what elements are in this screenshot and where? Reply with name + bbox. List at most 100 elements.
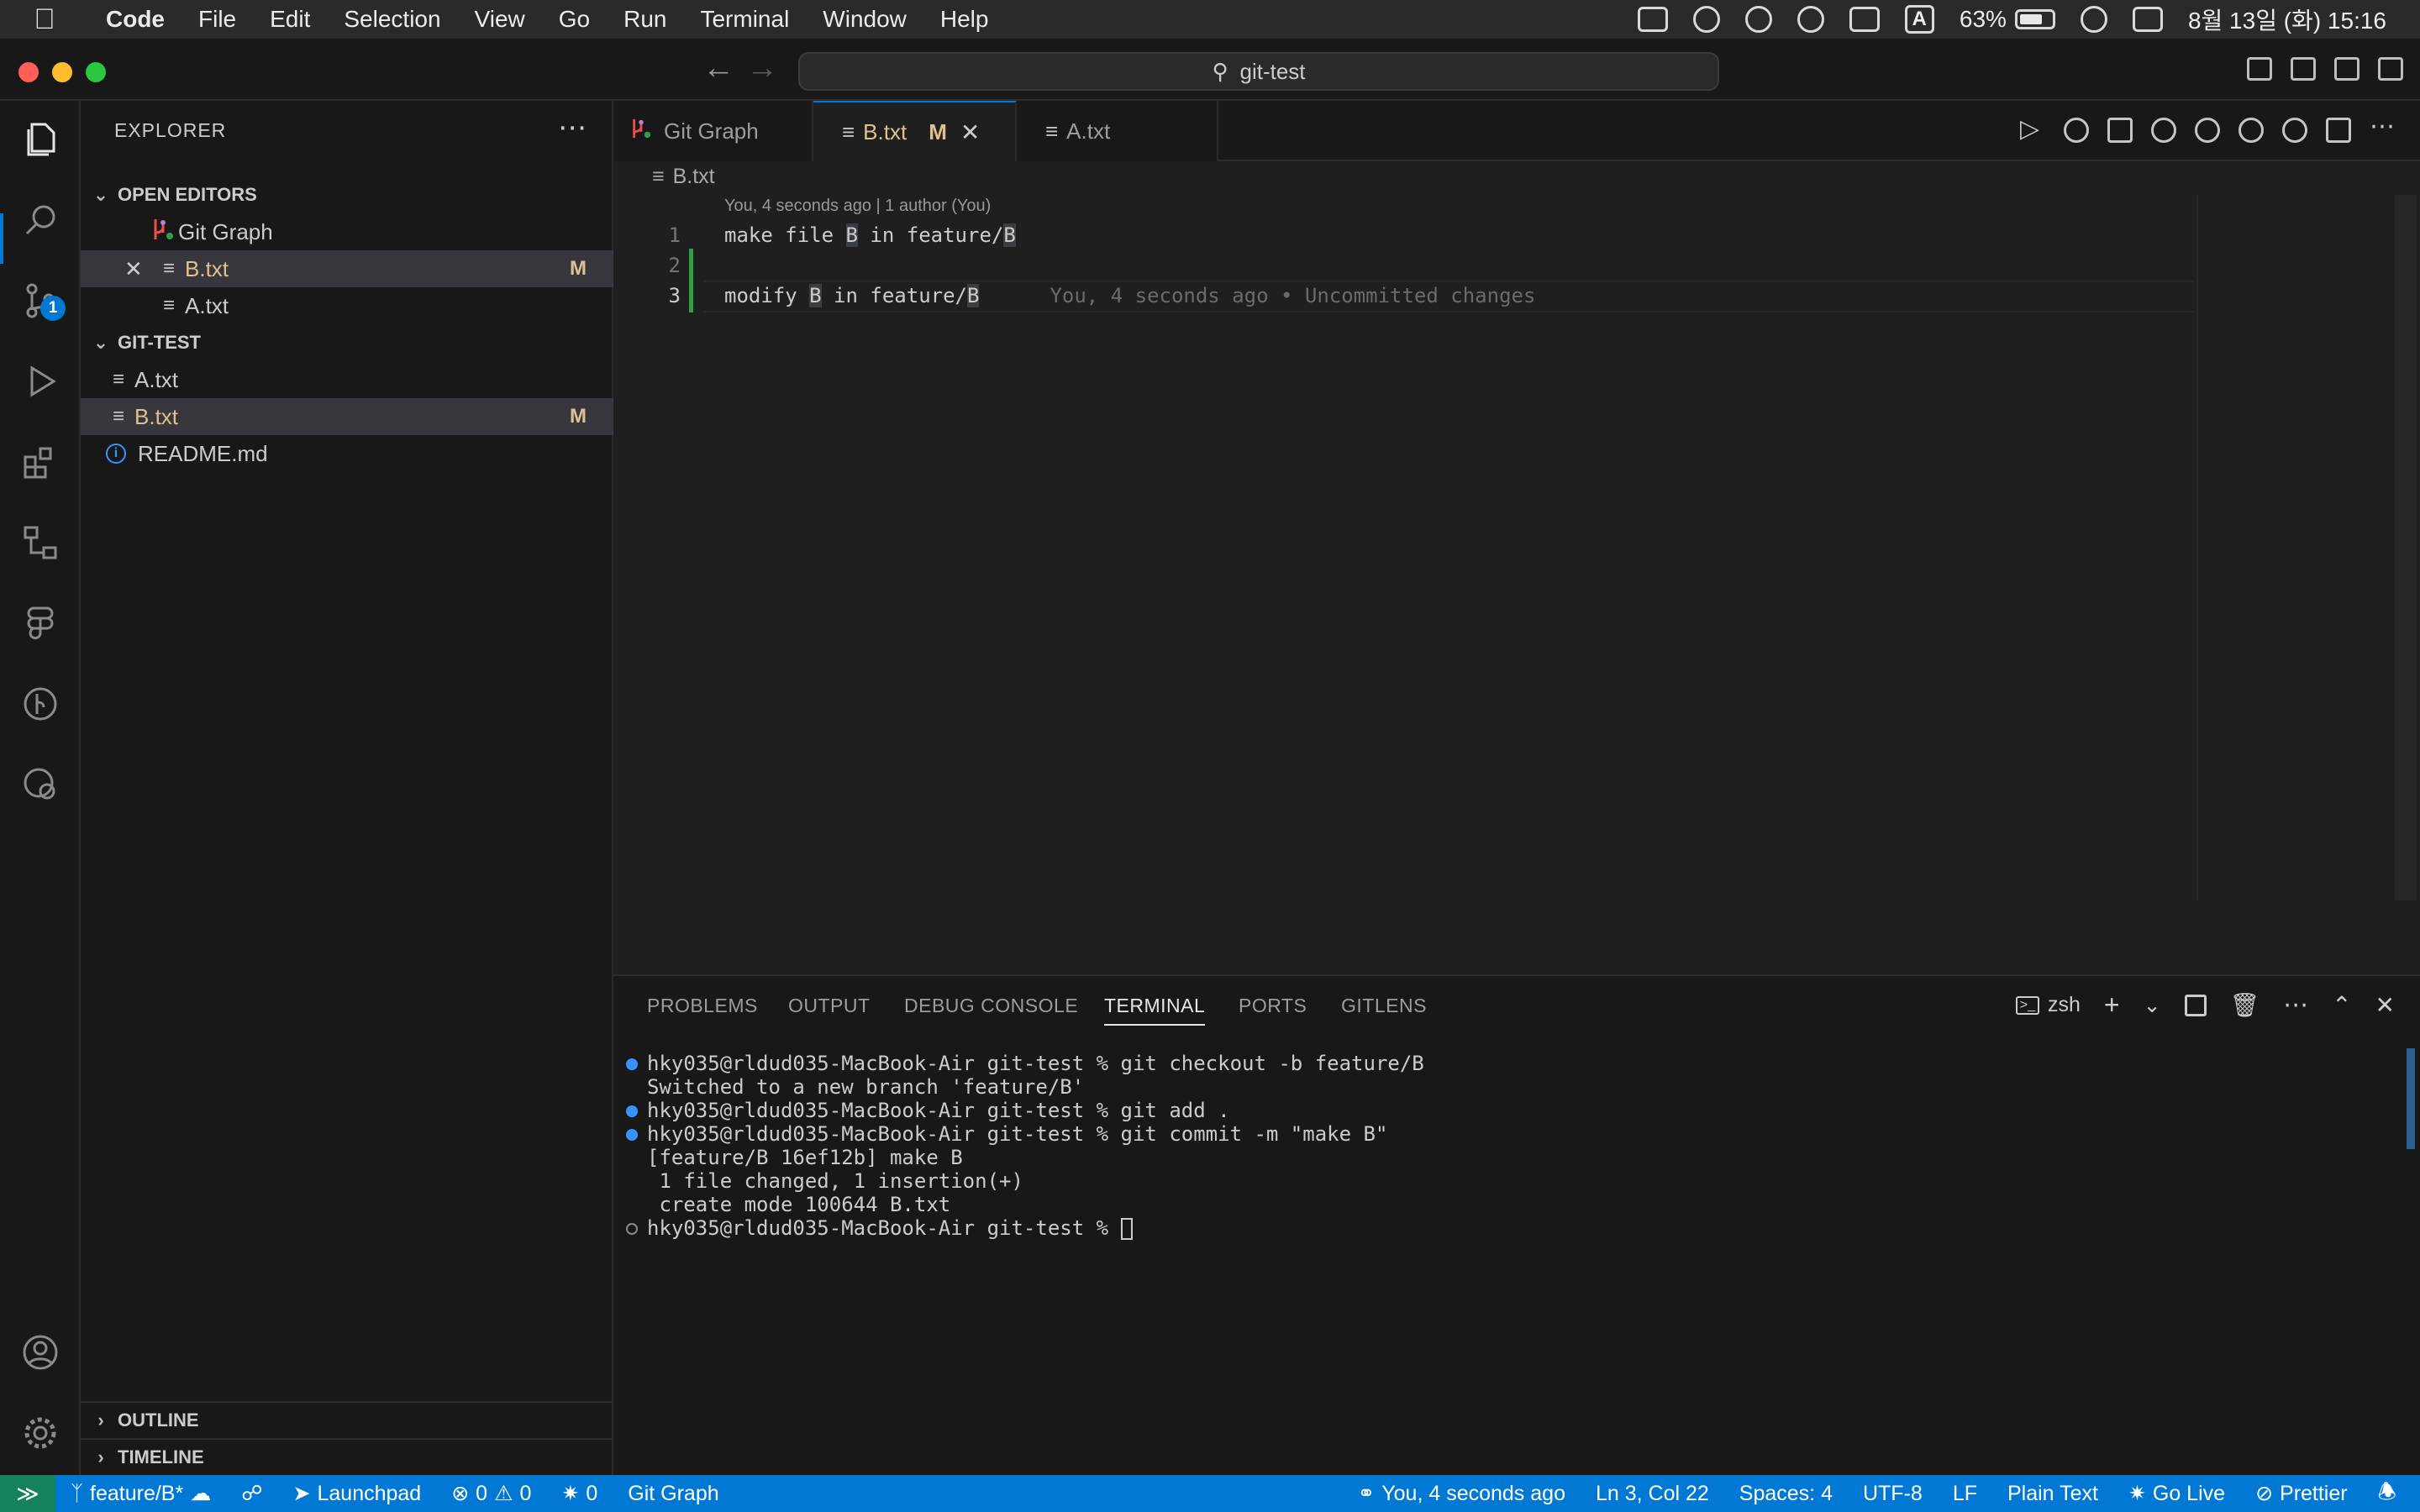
run-icon[interactable]: ▷ — [2020, 117, 2045, 143]
open-editor-a-txt[interactable]: ≡ A.txt — [81, 287, 613, 324]
status-git-graph[interactable]: Git Graph — [613, 1482, 734, 1506]
status-launchpad[interactable]: ➤ Launchpad — [278, 1481, 437, 1506]
tab-terminal[interactable]: TERMINAL — [1104, 995, 1206, 1026]
accounts-icon[interactable] — [20, 1332, 60, 1373]
remote-explorer-icon[interactable] — [20, 522, 60, 563]
command-status-dot[interactable] — [626, 1058, 638, 1070]
command-status-dot[interactable] — [626, 1223, 638, 1235]
chat-icon[interactable] — [1692, 6, 1720, 33]
timeline-header[interactable]: › TIMELINE — [81, 1438, 613, 1475]
toggle-panel-icon[interactable] — [2291, 57, 2316, 81]
run-debug-icon[interactable] — [20, 361, 60, 402]
customize-layout-icon[interactable] — [2378, 57, 2403, 81]
code-line-3[interactable]: modify B in feature/B You, 4 seconds ago … — [724, 284, 1535, 307]
photos-icon[interactable] — [1637, 7, 1668, 32]
control-center-icon[interactable] — [2132, 7, 2163, 32]
terminal-prompt[interactable]: hky035@rldud035-MacBook-Air git-test % — [647, 1216, 1133, 1240]
close-editor-icon[interactable]: ✕ — [124, 256, 143, 282]
menu-help[interactable]: Help — [923, 6, 1006, 33]
open-editor-b-txt[interactable]: ✕ ≡ B.txt M — [81, 250, 613, 287]
next-revision-icon[interactable] — [2238, 118, 2264, 143]
close-window-button[interactable] — [18, 62, 39, 82]
status-git-graph-icon[interactable]: ☍ — [226, 1481, 277, 1506]
menu-terminal[interactable]: Terminal — [683, 6, 806, 33]
gitlens-inspect-icon[interactable] — [20, 764, 60, 805]
tab-a-txt[interactable]: ≡ A.txt — [1017, 101, 1218, 161]
editor-scrollbar[interactable] — [2395, 195, 2417, 900]
display-icon[interactable] — [1849, 7, 1880, 32]
more-actions-icon[interactable]: ⋯ — [2370, 114, 2395, 143]
menu-go[interactable]: Go — [542, 6, 607, 33]
split-terminal-icon[interactable] — [2184, 994, 2207, 1016]
explorer-icon[interactable] — [20, 119, 60, 160]
previous-revision-icon[interactable] — [2151, 118, 2176, 143]
tab-b-txt[interactable]: ≡ B.txt M ✕ — [813, 101, 1017, 161]
extensions-icon[interactable] — [20, 442, 60, 482]
figma-icon[interactable] — [20, 603, 60, 643]
back-arrow-icon[interactable]: ← — [702, 50, 734, 87]
new-terminal-icon[interactable]: + — [2104, 990, 2120, 1021]
menu-file[interactable]: File — [182, 6, 253, 33]
close-tab-icon[interactable]: ✕ — [960, 118, 980, 146]
forward-arrow-icon[interactable]: → — [746, 50, 778, 87]
mute-icon[interactable] — [1797, 6, 1824, 33]
minimap[interactable] — [2196, 195, 2198, 900]
tab-gitlens[interactable]: GITLENS — [1341, 995, 1427, 1017]
tab-ports[interactable]: PORTS — [1239, 995, 1307, 1017]
trash-icon[interactable]: 🗑 — [2230, 991, 2260, 1019]
status-go-live[interactable]: ✷ Go Live — [2113, 1481, 2240, 1506]
compare-changes-icon[interactable] — [2107, 118, 2133, 143]
chevron-down-icon[interactable]: ⌄ — [2144, 993, 2161, 1018]
toggle-secondary-sidebar-icon[interactable] — [2334, 57, 2360, 81]
status-prettier[interactable]: ⊘ Prettier — [2240, 1481, 2363, 1506]
menu-run[interactable]: Run — [607, 6, 683, 33]
minimize-window-button[interactable] — [52, 62, 72, 82]
notifications-bell-icon[interactable]: 🕭 — [2363, 1476, 2412, 1512]
gitlens-icon[interactable] — [20, 684, 60, 724]
sync-icon[interactable] — [1744, 6, 1772, 33]
input-source-icon[interactable]: A — [1904, 5, 1934, 34]
open-editor-git-graph[interactable]: Git Graph — [81, 213, 613, 250]
status-cursor-position[interactable]: Ln 3, Col 22 — [1581, 1482, 1724, 1506]
command-status-dot[interactable] — [626, 1105, 638, 1117]
outline-header[interactable]: › OUTLINE — [81, 1401, 613, 1438]
search-view-icon[interactable] — [20, 200, 60, 240]
menubar-clock[interactable]: 8월 13일 (화) 15:16 — [2188, 3, 2386, 36]
menu-window[interactable]: Window — [806, 6, 923, 33]
tab-output[interactable]: OUTPUT — [788, 995, 871, 1017]
menu-view[interactable]: View — [458, 6, 542, 33]
status-encoding[interactable]: UTF-8 — [1848, 1482, 1938, 1506]
commit-icon[interactable] — [2195, 118, 2220, 143]
command-center[interactable]: ⚲ git-test — [798, 52, 1719, 91]
codelens-authors[interactable]: You, 4 seconds ago | 1 author (You) — [724, 197, 991, 216]
sidebar-more-icon[interactable]: ⋯ — [558, 111, 587, 144]
breadcrumb[interactable]: ≡ B.txt — [652, 165, 715, 189]
status-indentation[interactable]: Spaces: 4 — [1724, 1482, 1848, 1506]
menu-app[interactable]: Code — [89, 6, 182, 33]
apple-icon[interactable]:  — [25, 3, 64, 36]
git-change-indicator[interactable] — [689, 249, 693, 312]
tab-git-graph[interactable]: Git Graph — [613, 101, 813, 161]
tab-debug-console[interactable]: DEBUG CONSOLE — [904, 995, 1078, 1017]
command-status-dot[interactable] — [626, 1129, 638, 1141]
toggle-sidebar-icon[interactable] — [2247, 57, 2272, 81]
zoom-window-button[interactable] — [86, 62, 106, 82]
menu-selection[interactable]: Selection — [327, 6, 457, 33]
workspace-header[interactable]: ⌄ GIT-TEST — [81, 324, 613, 361]
terminal-scrollbar[interactable] — [2407, 1048, 2415, 1149]
status-problems[interactable]: ⊗ 0 ⚠ 0 — [436, 1481, 546, 1506]
menu-edit[interactable]: Edit — [253, 6, 327, 33]
status-eol[interactable]: LF — [1938, 1482, 1992, 1506]
manage-gear-icon[interactable] — [20, 1413, 60, 1453]
file-a-txt[interactable]: ≡ A.txt — [81, 361, 613, 398]
code-line-1[interactable]: make file B in feature/B — [724, 223, 1016, 247]
more-actions-icon[interactable]: ⋯ — [2283, 990, 2308, 1020]
gitlens-graph-icon[interactable] — [2282, 118, 2307, 143]
status-ports[interactable]: ✷ 0 — [546, 1481, 613, 1506]
status-blame[interactable]: ⚭ You, 4 seconds ago — [1342, 1481, 1581, 1506]
split-editor-icon[interactable] — [2326, 118, 2351, 143]
close-panel-icon[interactable]: ✕ — [2375, 991, 2395, 1019]
open-editors-header[interactable]: ⌄ OPEN EDITORS — [81, 176, 613, 213]
remote-indicator-icon[interactable]: ≫ — [0, 1475, 55, 1512]
tab-problems[interactable]: PROBLEMS — [647, 995, 758, 1017]
